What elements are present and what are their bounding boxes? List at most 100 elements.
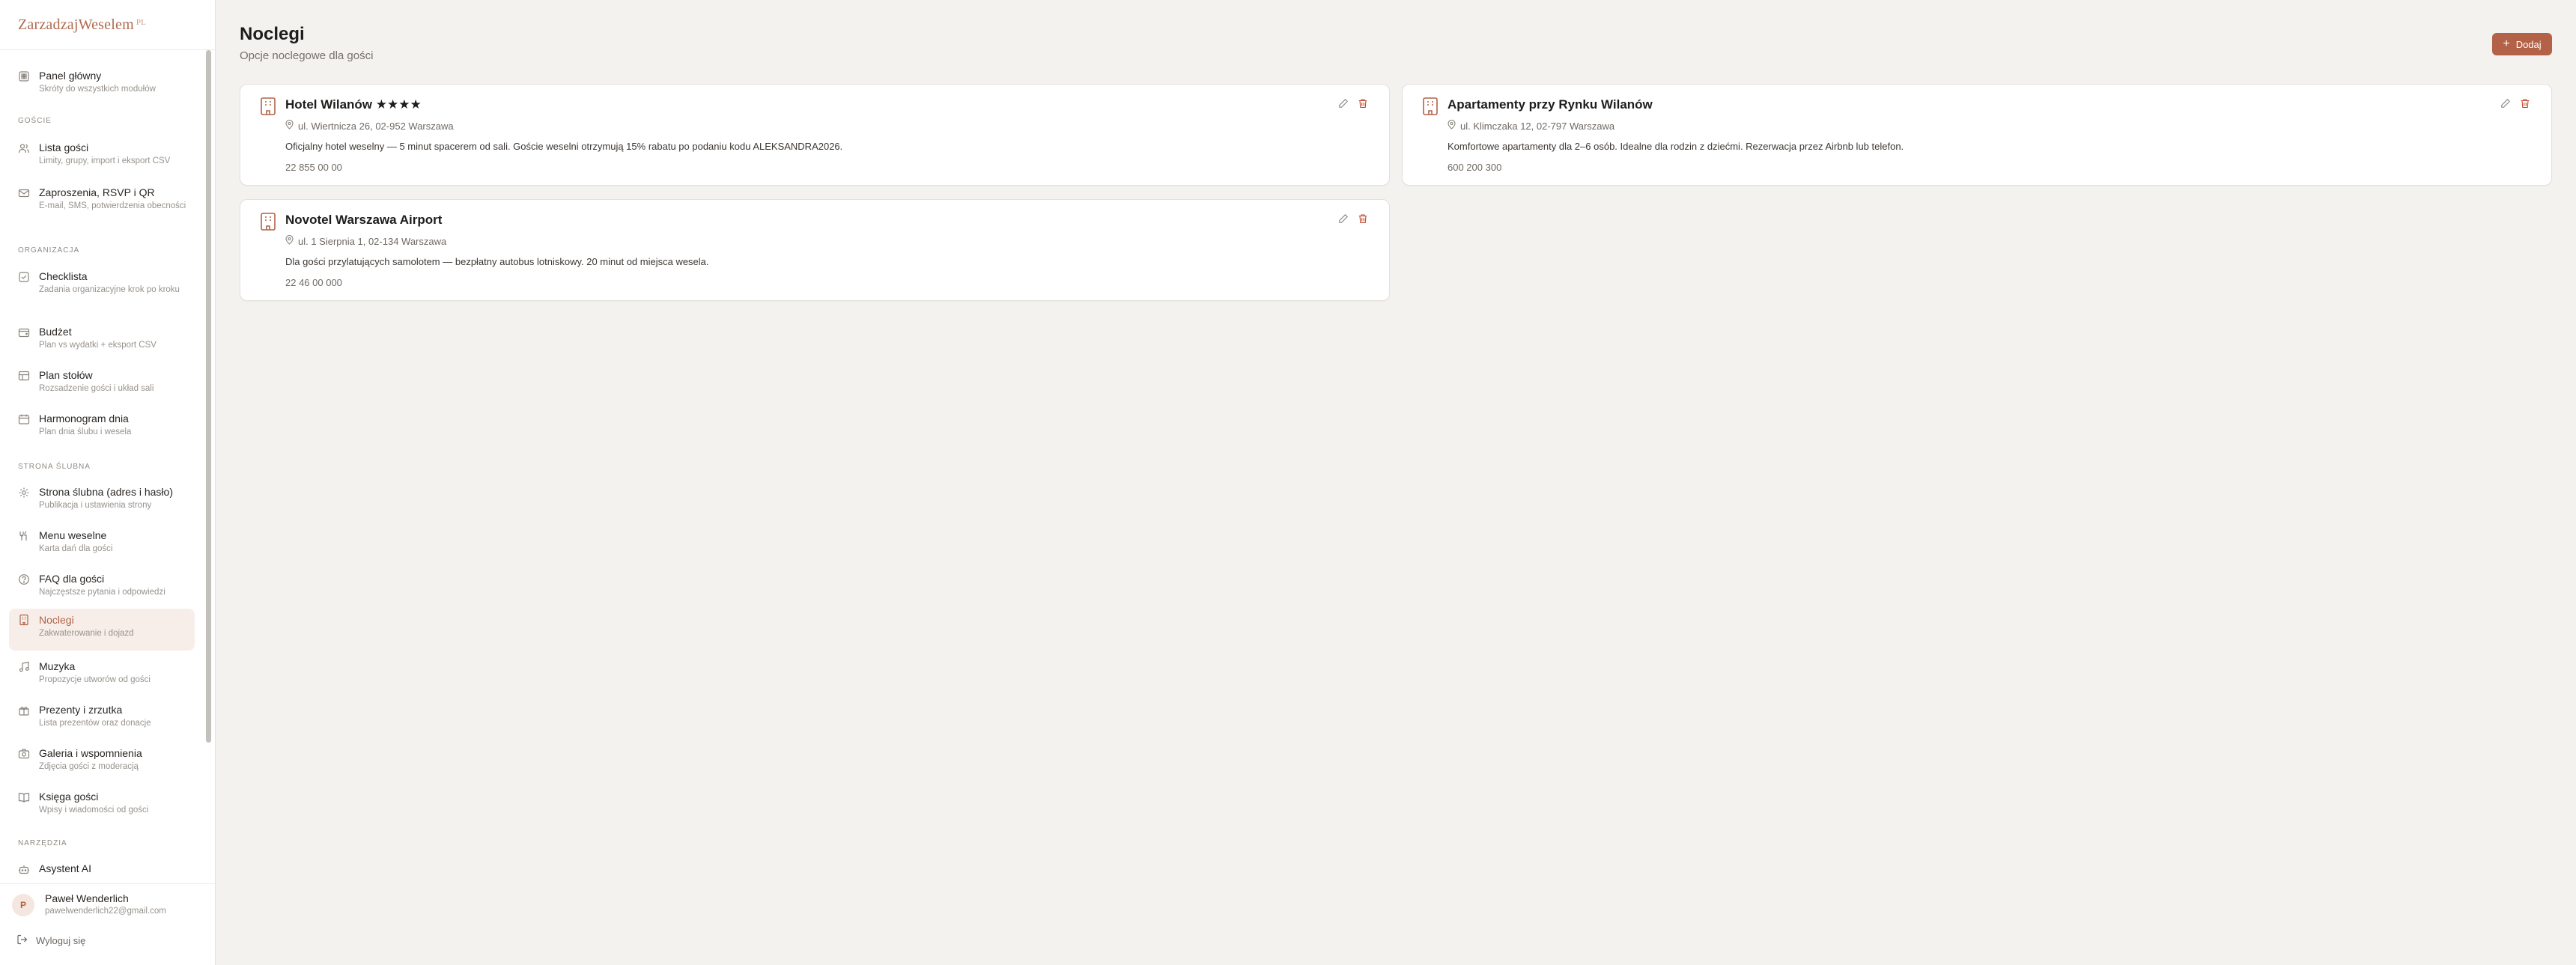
sidebar-item-gifts[interactable]: Prezenty i zrzutka Lista prezentów oraz …	[9, 701, 195, 743]
mail-icon	[18, 187, 30, 199]
sidebar-item-checklist[interactable]: Checklista Zadania organizacyjne krok po…	[9, 267, 195, 309]
map-pin-icon	[285, 234, 294, 247]
sidebar: ZarzadzajWeselem PL Panel główny Skróty d…	[0, 0, 216, 965]
brand-name: ZarzadzajWeselem	[18, 16, 134, 33]
accommodation-phone: 22 46 00 000	[285, 277, 342, 288]
map-pin-icon	[285, 119, 294, 132]
sidebar-scrollbar[interactable]	[204, 50, 212, 883]
gift-icon	[18, 704, 30, 716]
sidebar-item-title: FAQ dla gości	[39, 573, 105, 585]
address-text: ul. Klimczaka 12, 02-797 Warszawa	[1460, 120, 1615, 132]
table-icon	[18, 370, 30, 382]
sidebar-item-menu[interactable]: Menu weselne Karta dań dla gości	[9, 526, 195, 568]
sidebar-item-title: Księga gości	[39, 791, 99, 803]
sidebar-item-subtitle: Rozsadzenie gości i układ sali	[39, 384, 154, 393]
logout-button[interactable]: Wyloguj się	[16, 933, 85, 948]
sidebar-item-subtitle: Zdjęcia gości z moderacją	[39, 762, 139, 771]
map-pin-icon	[1448, 119, 1456, 132]
section-label-wedding-site: STRONA ŚLUBNA	[18, 463, 91, 471]
sidebar-item-subtitle: Najczęstsze pytania i odpowiedzi	[39, 588, 165, 597]
accommodation-description: Dla gości przylatujących samolotem — bez…	[285, 256, 709, 267]
bot-icon	[18, 863, 30, 875]
sidebar-item-wedding-site[interactable]: Strona ślubna (adres i hasło) Publikacja…	[9, 483, 195, 525]
user-email: pawelwenderlich22@gmail.com	[45, 907, 166, 916]
sidebar-item-faq[interactable]: FAQ dla gości Najczęstsze pytania i odpo…	[9, 570, 195, 612]
users-icon	[18, 142, 30, 154]
sidebar-item-subtitle: Plan dnia ślubu i wesela	[39, 427, 132, 436]
sidebar-item-title: Checklista	[39, 270, 88, 282]
accommodation-card: Hotel Wilanów ★★★★ ul. Wiertnicza 26, 02…	[240, 84, 1390, 186]
book-icon	[18, 791, 30, 803]
delete-icon[interactable]	[1358, 98, 1368, 109]
sidebar-item-invitations[interactable]: Zaproszenia, RSVP i QR E-mail, SMS, potw…	[9, 183, 195, 236]
sidebar-item-subtitle: Wpisy i wiadomości od gości	[39, 806, 149, 815]
sidebar-item-title: Prezenty i zrzutka	[39, 704, 123, 716]
accommodation-address: ul. Klimczaka 12, 02-797 Warszawa	[1448, 119, 1615, 132]
sidebar-item-subtitle: E-mail, SMS, potwierdzenia obecności	[39, 201, 186, 210]
hotel-icon	[260, 97, 276, 116]
delete-icon[interactable]	[2520, 98, 2530, 109]
sidebar-item-subtitle: Lista prezentów oraz donacje	[39, 719, 151, 728]
sidebar-item-subtitle: Plan vs wydatki + eksport CSV	[39, 341, 157, 350]
sidebar-item-title: Asystent AI	[39, 862, 92, 874]
section-label-guests: GOŚCIE	[18, 117, 52, 125]
brand-suffix: PL	[136, 18, 147, 27]
sidebar-item-ai-assistant[interactable]: Asystent AI	[9, 859, 195, 883]
accommodation-name: Hotel Wilanów ★★★★	[285, 97, 422, 112]
camera-icon	[18, 748, 30, 760]
sidebar-item-schedule[interactable]: Harmonogram dnia Plan dnia ślubu i wesel…	[9, 410, 195, 451]
edit-icon[interactable]	[1338, 98, 1349, 109]
sidebar-item-title: Zaproszenia, RSVP i QR	[39, 186, 155, 198]
page-title: Noclegi	[240, 24, 305, 44]
dashboard-icon	[18, 70, 30, 82]
add-button[interactable]: + Dodaj	[2492, 33, 2552, 55]
music-icon	[18, 661, 30, 673]
sidebar-item-title: Galeria i wspomnienia	[39, 747, 142, 759]
utensils-icon	[18, 530, 30, 542]
avatar: P	[12, 894, 34, 916]
help-icon	[18, 573, 30, 585]
sidebar-item-table-plan[interactable]: Plan stołów Rozsadzenie gości i układ sa…	[9, 366, 195, 408]
sidebar-item-title: Noclegi	[39, 614, 74, 626]
sidebar-item-dashboard[interactable]: Panel główny Skróty do wszystkich modułó…	[9, 67, 195, 109]
accommodation-description: Oficjalny hotel weselny — 5 minut spacer…	[285, 141, 843, 152]
edit-icon[interactable]	[1338, 213, 1349, 224]
sidebar-item-title: Strona ślubna (adres i hasło)	[39, 486, 173, 498]
sidebar-item-guest-list[interactable]: Lista gości Limity, grupy, import i eksp…	[9, 138, 195, 180]
edit-icon[interactable]	[2500, 98, 2511, 109]
accommodation-address: ul. Wiertnicza 26, 02-952 Warszawa	[285, 119, 454, 132]
section-label-tools: NARZĘDZIA	[18, 839, 67, 847]
hotel-icon	[1422, 97, 1439, 116]
brand-logo[interactable]: ZarzadzajWeselem PL	[18, 16, 146, 34]
sidebar-item-title: Menu weselne	[39, 529, 107, 541]
sidebar-item-title: Muzyka	[39, 660, 76, 672]
wallet-icon	[18, 326, 30, 338]
sidebar-item-title: Plan stołów	[39, 369, 93, 381]
accommodation-card: Apartamenty przy Rynku Wilanów ul. Klimc…	[1402, 84, 2552, 186]
accommodation-phone: 600 200 300	[1448, 162, 1502, 173]
user-name: Paweł Wenderlich	[45, 892, 129, 904]
accommodation-card: Novotel Warszawa Airport ul. 1 Sierpnia …	[240, 199, 1390, 301]
delete-icon[interactable]	[1358, 213, 1368, 224]
sidebar-item-accommodation[interactable]: Noclegi Zakwaterowanie i dojazd	[9, 609, 195, 651]
sidebar-item-subtitle: Publikacja i ustawienia strony	[39, 501, 152, 510]
sidebar-scrollbar-thumb[interactable]	[206, 50, 211, 743]
logout-icon	[16, 934, 28, 948]
sidebar-item-guestbook[interactable]: Księga gości Wpisy i wiadomości od gości	[9, 788, 195, 829]
sidebar-item-budget[interactable]: Budżet Plan vs wydatki + eksport CSV	[9, 323, 195, 365]
sidebar-item-title: Panel główny	[39, 70, 102, 82]
plus-icon: +	[2503, 37, 2510, 50]
accommodation-description: Komfortowe apartamenty dla 2–6 osób. Ide…	[1448, 141, 1904, 152]
sidebar-item-title: Budżet	[39, 326, 72, 338]
sidebar-item-music[interactable]: Muzyka Propozycje utworów od gości	[9, 657, 195, 699]
sidebar-item-title: Lista gości	[39, 141, 89, 153]
accommodation-name: Novotel Warszawa Airport	[285, 213, 443, 227]
card-actions	[2500, 98, 2530, 109]
sidebar-item-gallery[interactable]: Galeria i wspomnienia Zdjęcia gości z mo…	[9, 744, 195, 786]
accommodation-address: ul. 1 Sierpnia 1, 02-134 Warszawa	[285, 234, 446, 247]
calendar-icon	[18, 413, 30, 425]
page-subtitle: Opcje noclegowe dla gości	[240, 49, 374, 62]
add-button-label: Dodaj	[2515, 38, 2542, 50]
sidebar-item-subtitle: Limity, grupy, import i eksport CSV	[39, 156, 171, 165]
section-label-organization: ORGANIZACJA	[18, 246, 80, 255]
